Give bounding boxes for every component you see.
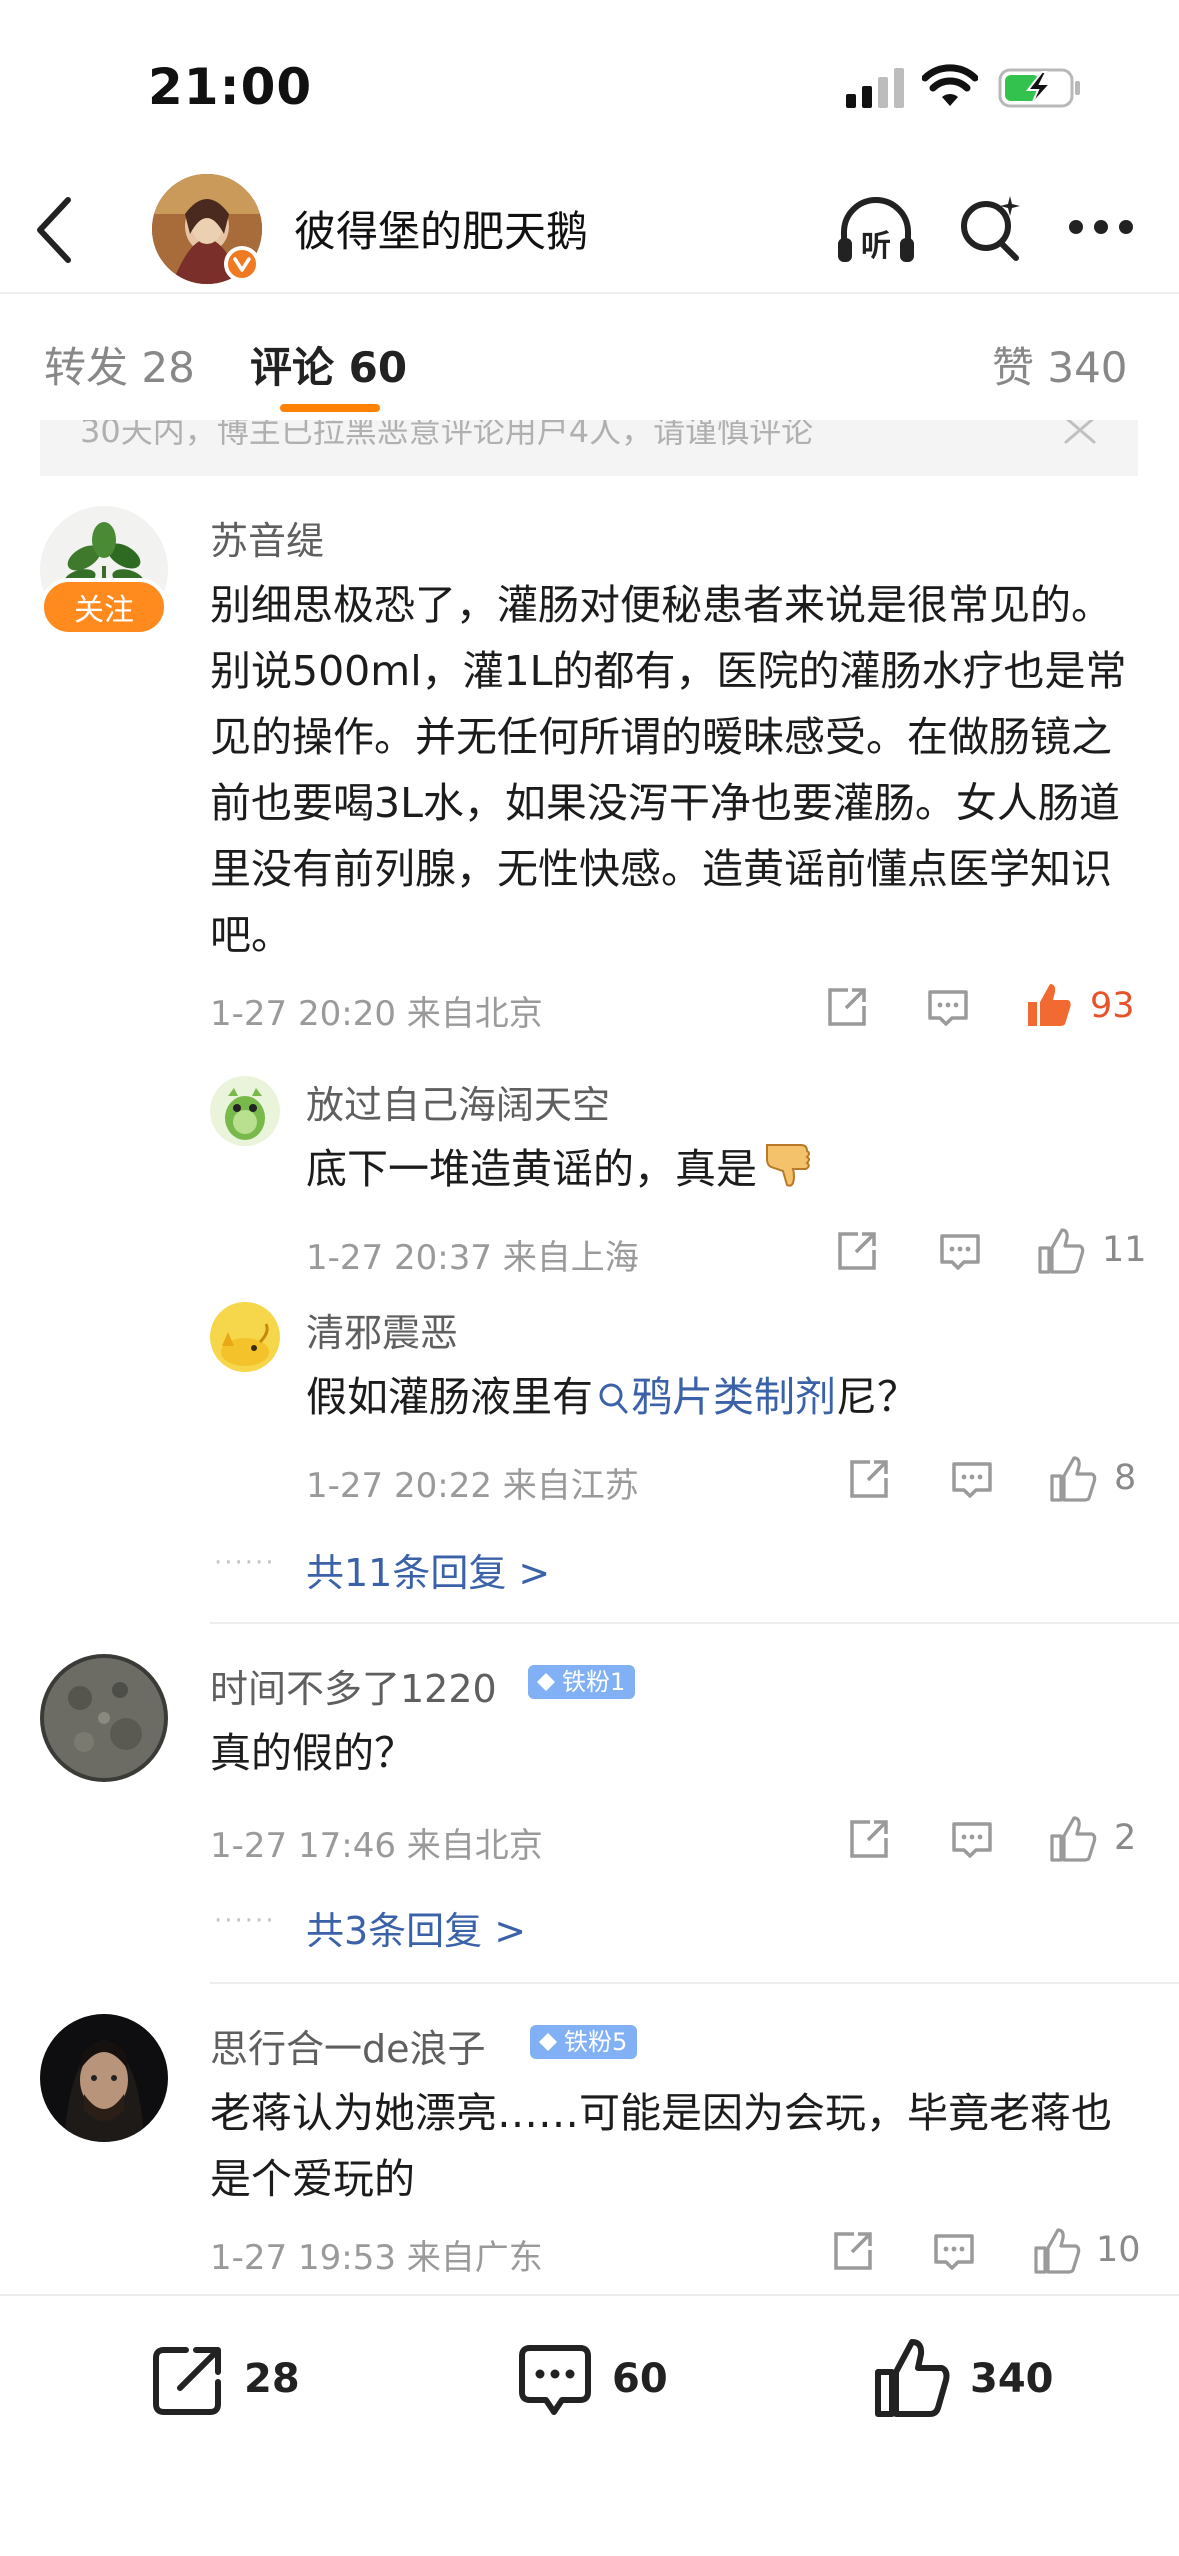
like-icon[interactable]	[1036, 1226, 1086, 1276]
cellular-signal-icon	[846, 68, 904, 108]
repost-count[interactable]: 28	[244, 2356, 300, 2402]
comment-meta: 1-27 17:46 来自北京	[210, 1826, 543, 1866]
reply-avatar[interactable]	[210, 1076, 280, 1146]
like-count: 11	[1102, 1230, 1147, 1270]
share-icon[interactable]	[826, 986, 868, 1028]
commenter-name[interactable]: 时间不多了1220	[210, 1658, 497, 1713]
like-count: 93	[1090, 986, 1135, 1026]
topic-search-link[interactable]: 鸦片类制剂	[593, 1373, 836, 1421]
tab-comments[interactable]: 评论 60	[250, 334, 407, 395]
replies-dots: ······	[214, 1906, 276, 1936]
reply-text: 底下一堆造黄谣的，真是	[306, 1136, 1106, 1202]
comment-divider	[210, 1622, 1179, 1624]
status-time: 21:00	[148, 58, 313, 116]
repost-icon[interactable]	[150, 2342, 226, 2418]
comment-meta: 1-27 19:53 来自广东	[210, 2238, 543, 2278]
active-tab-indicator	[280, 404, 380, 412]
reply-meta: 1-27 20:37 来自上海	[306, 1238, 639, 1278]
like-count: 8	[1114, 1458, 1137, 1498]
view-more-replies-link[interactable]: 共11条回复 >	[306, 1542, 550, 1597]
close-icon[interactable]	[1060, 420, 1100, 444]
thumbs-down-emoji-icon	[766, 1144, 810, 1187]
share-icon[interactable]	[848, 1818, 890, 1860]
header-divider	[0, 292, 1179, 294]
comment-icon[interactable]	[516, 2342, 594, 2420]
comment-text: 老蒋认为她漂亮……可能是因为会玩，毕竟老蒋也是个爱玩的	[210, 2089, 1112, 2203]
fan-level-badge: 铁粉5	[530, 2025, 638, 2059]
view-more-replies-link[interactable]: 共3条回复 >	[306, 1900, 526, 1955]
diamond-icon	[537, 1673, 555, 1691]
comment-count[interactable]: 60	[612, 2356, 668, 2402]
battery-charging-icon	[998, 68, 1080, 108]
commenter-avatar[interactable]	[40, 2014, 168, 2142]
verified-badge-icon	[224, 246, 260, 282]
bottom-action-bar: 28 60 340	[0, 2294, 1179, 2556]
reply-author-name[interactable]: 清邪震恶	[306, 1302, 458, 1357]
wifi-icon	[922, 64, 978, 106]
comment-text: 真的假的？	[210, 1729, 415, 1777]
search-icon[interactable]	[956, 192, 1024, 262]
listen-icon[interactable]: 听	[836, 192, 916, 268]
comment-meta: 1-27 20:20 来自北京	[210, 994, 543, 1034]
tab-bar: 转发 28 评论 60 赞 340	[0, 296, 1179, 420]
reply-meta: 1-27 20:22 来自江苏	[306, 1466, 639, 1506]
comment-notice: 30天内，博主已拉黑恶意评论用户4人，请谨慎评论	[40, 420, 1138, 476]
replies-dots: ······	[214, 1548, 276, 1578]
commenter-name[interactable]: 思行合一de浪子	[210, 2018, 486, 2073]
reply-icon[interactable]	[926, 988, 970, 1028]
follow-button[interactable]: 关注	[40, 578, 168, 636]
reply-icon[interactable]	[932, 2232, 976, 2272]
like-filled-icon[interactable]	[1024, 980, 1074, 1030]
reply-author-name[interactable]: 放过自己海阔天空	[306, 1074, 610, 1129]
like-icon[interactable]	[1048, 1814, 1098, 1864]
share-icon[interactable]	[832, 2230, 874, 2272]
diamond-icon	[539, 2033, 557, 2051]
like-count: 10	[1096, 2230, 1141, 2270]
commenter-avatar[interactable]	[40, 1654, 168, 1782]
fan-level-badge: 铁粉1	[528, 1665, 636, 1699]
reply-icon[interactable]	[950, 1820, 994, 1860]
more-icon[interactable]	[1066, 216, 1136, 238]
like-icon[interactable]	[872, 2336, 952, 2420]
share-icon[interactable]	[836, 1230, 878, 1272]
like-icon[interactable]	[1032, 2226, 1082, 2276]
reply-text: 假如灌肠液里有 鸦片类制剂尼？	[306, 1373, 918, 1421]
comment-divider	[210, 1982, 1179, 1984]
status-bar: 21:00	[0, 0, 1179, 170]
commenter-name[interactable]: 苏音缇	[210, 510, 324, 565]
account-name[interactable]: 彼得堡的肥天鹅	[294, 198, 588, 259]
reply-icon[interactable]	[950, 1460, 994, 1500]
search-link-icon	[599, 1383, 628, 1414]
back-arrow-icon[interactable]	[30, 192, 78, 268]
like-count: 2	[1114, 1818, 1137, 1858]
tab-likes[interactable]: 赞 340	[992, 334, 1128, 395]
reply-avatar[interactable]	[210, 1302, 280, 1372]
notice-text: 30天内，博主已拉黑恶意评论用户4人，请谨慎评论	[80, 420, 814, 450]
like-count[interactable]: 340	[970, 2356, 1054, 2402]
share-icon[interactable]	[848, 1458, 890, 1500]
nav-header: 彼得堡的肥天鹅 听	[0, 170, 1179, 290]
svg-text:听: 听	[861, 229, 891, 264]
comment-text: 别细思极恐了，灌肠对便秘患者来说是很常见的。别说500ml，灌1L的都有，医院的…	[210, 581, 1127, 959]
reply-icon[interactable]	[938, 1232, 982, 1272]
like-icon[interactable]	[1048, 1454, 1098, 1504]
tab-repost[interactable]: 转发 28	[44, 334, 195, 395]
